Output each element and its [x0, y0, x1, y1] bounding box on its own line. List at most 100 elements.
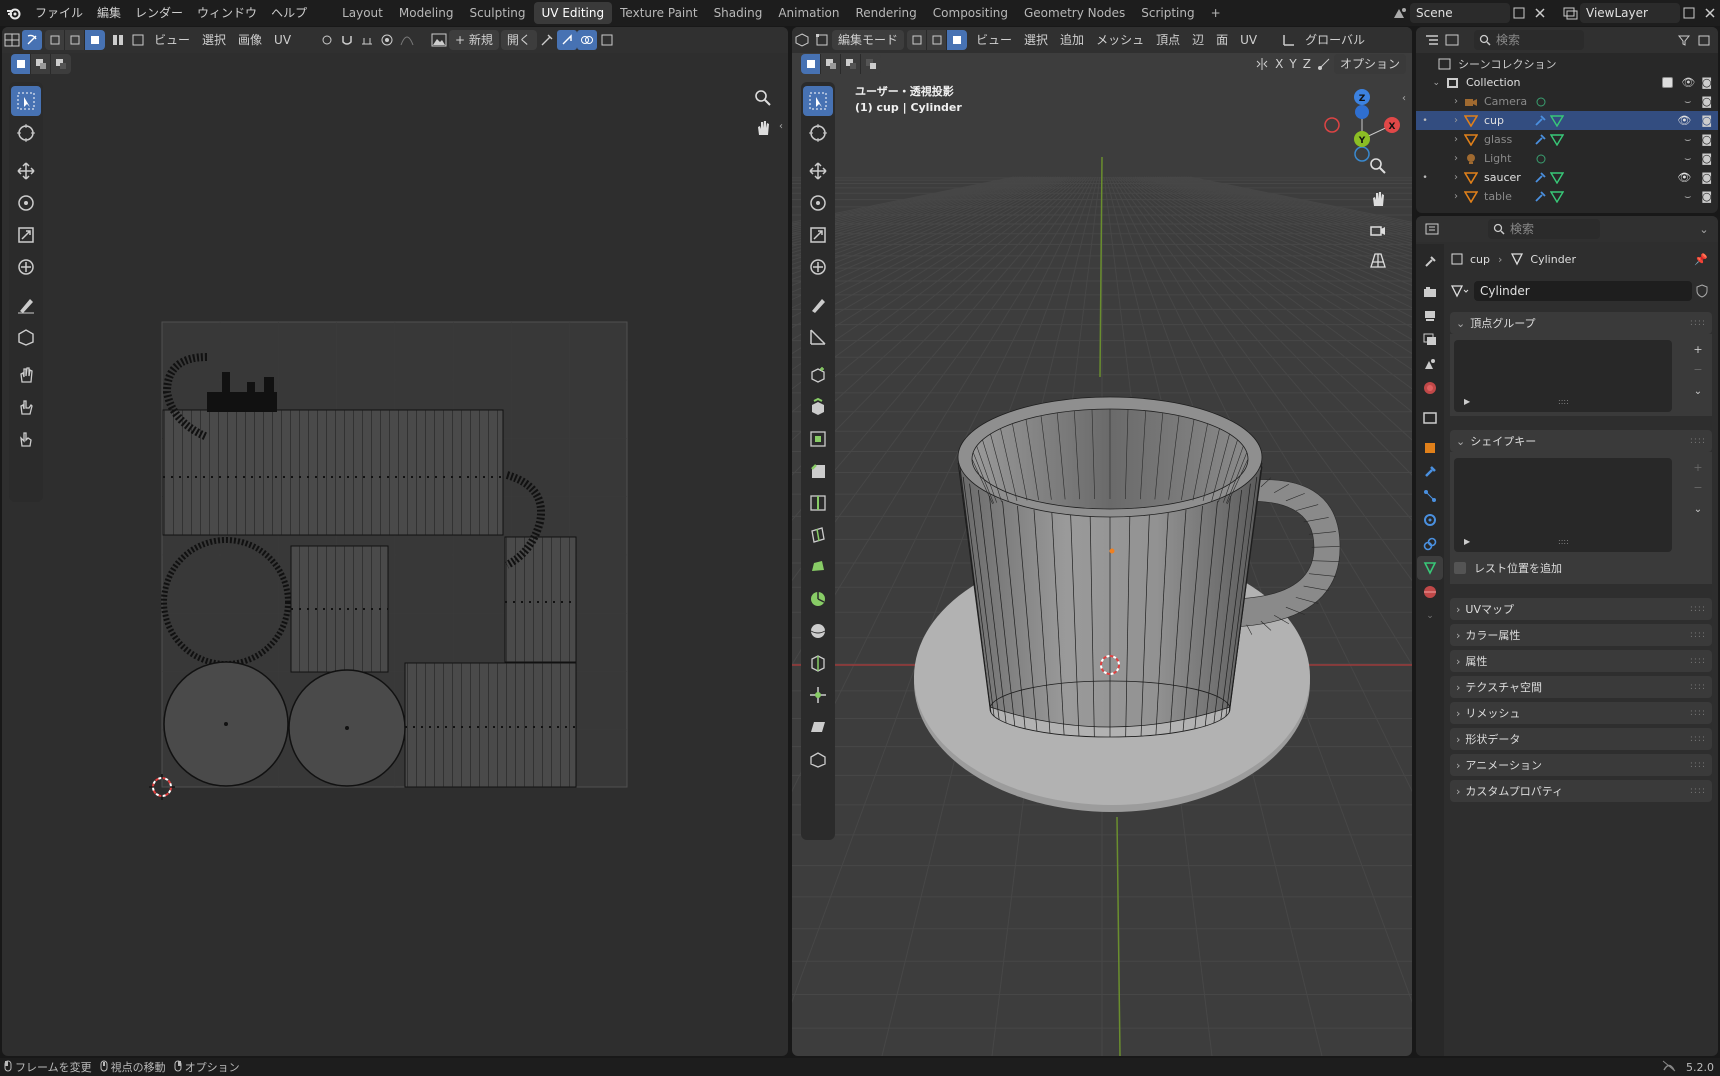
mirror-y-toggle[interactable]: Y — [1286, 54, 1299, 74]
vp-vertex-select-icon[interactable] — [907, 30, 928, 50]
uv-island-cup-side[interactable] — [162, 409, 504, 536]
properties-editor-type-icon[interactable] — [1422, 219, 1442, 239]
vp-transform-tool[interactable] — [803, 252, 833, 282]
auto-merge-icon[interactable] — [1314, 54, 1334, 74]
edit-mode-indicator-icon[interactable]: • — [1416, 173, 1434, 183]
collection-tab-icon[interactable] — [1417, 406, 1443, 430]
modifier-tab-icon[interactable] — [1417, 460, 1443, 484]
properties-options-icon[interactable]: ⌄ — [1694, 219, 1714, 239]
bevel-tool[interactable] — [803, 456, 833, 486]
delete-view-layer-icon[interactable] — [1700, 3, 1720, 23]
visibility-eye-icon[interactable]: ⌣ — [1684, 133, 1691, 147]
vp-menu-add[interactable]: 追加 — [1054, 30, 1090, 50]
constraints-tab-icon[interactable] — [1417, 532, 1443, 556]
menu-help[interactable]: ヘルプ — [264, 3, 314, 23]
texture-tab-icon[interactable]: ⌄ — [1417, 604, 1443, 628]
vp-measure-tool[interactable] — [803, 322, 833, 352]
properties-search-input[interactable]: 検索 — [1488, 219, 1600, 239]
vp-face-select-icon[interactable] — [947, 30, 968, 50]
expand-arrow-icon[interactable]: › — [1434, 134, 1458, 145]
viewport-editor-type-icon[interactable] — [792, 30, 812, 50]
vp-select-set-icon[interactable] — [801, 54, 821, 74]
tab-rendering[interactable]: Rendering — [848, 2, 925, 24]
outliner-item-saucer[interactable]: • › saucer 👁 ◙ — [1416, 168, 1718, 187]
panel-5[interactable]: › 形状データ:::: — [1450, 728, 1712, 750]
transform-orientation-selector[interactable]: グローバル — [1299, 30, 1371, 50]
add-cube-tool[interactable] — [803, 360, 833, 390]
vp-select-extend-icon[interactable] — [821, 54, 841, 74]
collection-row[interactable]: ⌄ Collection 👁 ◙ — [1416, 73, 1718, 92]
uv-island-saucer-rim[interactable] — [404, 662, 577, 788]
mesh-select-mode-group[interactable] — [907, 30, 968, 50]
tab-geometry-nodes[interactable]: Geometry Nodes — [1016, 2, 1133, 24]
extrude-tool[interactable] — [803, 392, 833, 422]
mesh-name-field[interactable]: Cylinder — [1474, 281, 1692, 301]
options-dropdown[interactable]: オプション — [1333, 54, 1406, 74]
view-layer-icon[interactable] — [1560, 3, 1580, 23]
render-camera-icon[interactable]: ◙ — [1701, 190, 1712, 203]
mirror-z-toggle[interactable]: Z — [1300, 54, 1314, 74]
shape-keys-list[interactable]: ▶:::: — [1454, 458, 1672, 552]
outliner-item-glass[interactable]: › glass ⌣ ◙ — [1416, 130, 1718, 149]
delete-scene-icon[interactable] — [1530, 3, 1550, 23]
panel-0[interactable]: › UVマップ:::: — [1450, 598, 1712, 620]
outliner-search-input[interactable]: 検索 — [1474, 30, 1584, 50]
vp-edge-select-icon[interactable] — [927, 30, 948, 50]
render-camera-icon[interactable]: ◙ — [1701, 171, 1712, 184]
expand-arrow-icon[interactable]: › — [1434, 115, 1458, 126]
uv-island-saucer-side[interactable] — [504, 536, 577, 663]
object-tab-icon[interactable] — [1417, 436, 1443, 460]
add-vertex-group-icon[interactable]: + — [1690, 342, 1706, 358]
uv-editor[interactable]: ビュー 選択 画像 UV + 新規 開く ‹ — [2, 27, 788, 1056]
outliner-item-light[interactable]: › Light ⌣ ◙ — [1416, 149, 1718, 168]
material-tab-icon[interactable] — [1417, 580, 1443, 604]
uv-island-inner-side[interactable] — [290, 545, 389, 673]
spin-tool[interactable] — [803, 584, 833, 614]
collection-eye-icon[interactable]: 👁 — [1681, 76, 1695, 89]
add-shape-key-icon[interactable]: + — [1690, 460, 1706, 476]
transform-orientation-icon[interactable] — [1279, 30, 1299, 50]
vp-move-tool[interactable] — [803, 156, 833, 186]
panel-2[interactable]: › 属性:::: — [1450, 650, 1712, 672]
vp-menu-face[interactable]: 面 — [1210, 30, 1234, 50]
vp-menu-view[interactable]: ビュー — [970, 30, 1018, 50]
vp-scale-tool[interactable] — [803, 220, 833, 250]
mode-selector[interactable]: 編集モード — [832, 30, 905, 50]
view-layer-selector[interactable]: ViewLayer — [1580, 3, 1680, 23]
tab-texture-paint[interactable]: Texture Paint — [612, 2, 705, 24]
rip-region-tool[interactable] — [803, 744, 833, 774]
outliner-item-table[interactable]: › table ⌣ ◙ — [1416, 187, 1718, 206]
navigation-gizmo[interactable]: Y X Z — [1324, 89, 1400, 162]
mesh-browse-icon[interactable] — [1450, 284, 1470, 298]
pin-properties-icon[interactable]: 📌 — [1694, 253, 1708, 266]
shear-tool[interactable] — [803, 712, 833, 742]
collection-checkbox[interactable] — [1662, 77, 1674, 88]
loop-cut-tool[interactable] — [803, 488, 833, 518]
vp-select-subtract-icon[interactable] — [841, 54, 861, 74]
fake-user-icon[interactable] — [1692, 281, 1712, 301]
vp-menu-edge[interactable]: 辺 — [1186, 30, 1210, 50]
view-layer-tab-icon[interactable] — [1417, 328, 1443, 352]
shrink-fatten-tool[interactable] — [803, 680, 833, 710]
mirror-x-toggle[interactable]: X — [1272, 54, 1286, 74]
particles-tab-icon[interactable] — [1417, 484, 1443, 508]
remove-vertex-group-icon[interactable]: − — [1690, 362, 1706, 378]
scene-collection-row[interactable]: シーンコレクション — [1416, 54, 1718, 73]
tab-animation[interactable]: Animation — [770, 2, 847, 24]
blender-logo-icon[interactable] — [6, 6, 22, 20]
vp-menu-mesh[interactable]: メッシュ — [1090, 30, 1150, 50]
vp-menu-vertex[interactable]: 頂点 — [1150, 30, 1186, 50]
expand-arrow-icon[interactable]: › — [1434, 172, 1458, 183]
panel-3[interactable]: › テクスチャ空間:::: — [1450, 676, 1712, 698]
smooth-tool[interactable] — [803, 616, 833, 646]
gizmo-neg-x[interactable] — [1324, 117, 1340, 133]
physics-tab-icon[interactable] — [1417, 508, 1443, 532]
menu-window[interactable]: ウィンドウ — [190, 3, 264, 23]
mirror-icon[interactable] — [1252, 54, 1272, 74]
render-camera-icon[interactable]: ◙ — [1701, 114, 1712, 127]
render-camera-icon[interactable]: ◙ — [1701, 152, 1712, 165]
panel-6[interactable]: › アニメーション:::: — [1450, 754, 1712, 776]
tab-layout[interactable]: Layout — [334, 2, 391, 24]
list-resize-handle-icon[interactable]: :::: — [1558, 397, 1569, 406]
new-view-layer-icon[interactable] — [1680, 3, 1700, 23]
